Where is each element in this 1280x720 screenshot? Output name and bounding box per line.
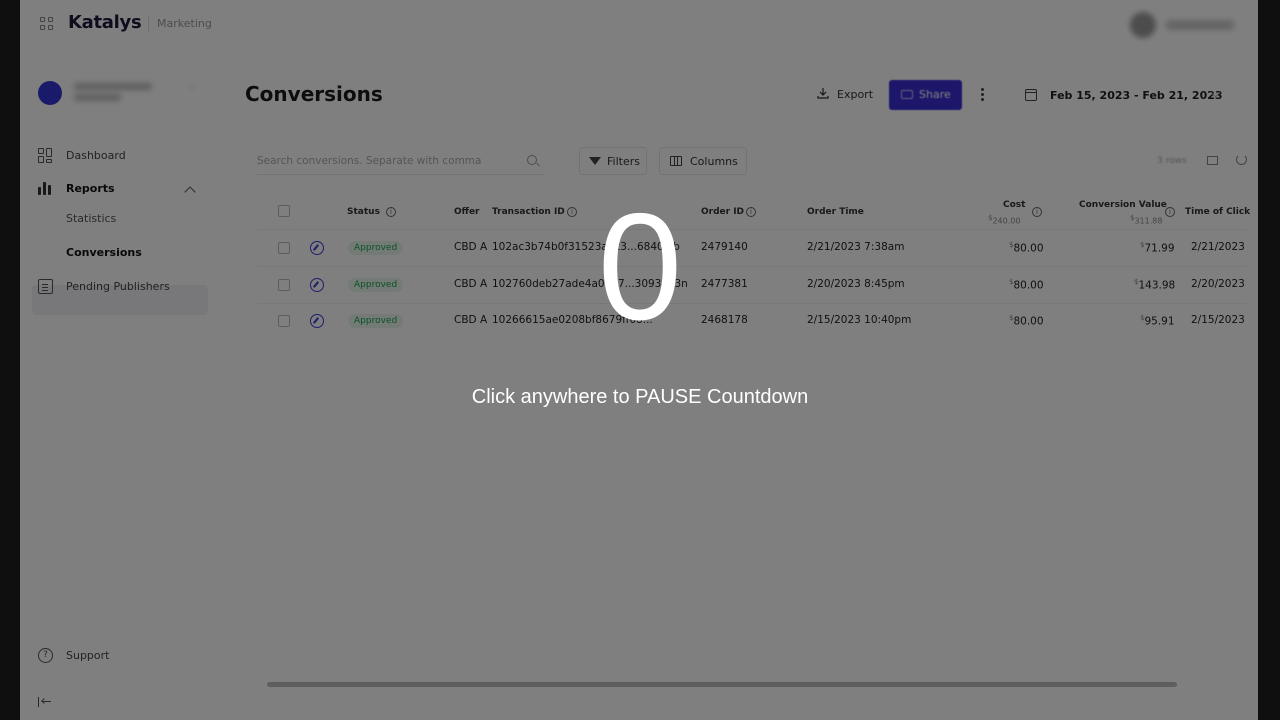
countdown-overlay[interactable]: 0 Click anywhere to PAUSE Countdown: [0, 0, 1280, 720]
countdown-number: 0: [597, 182, 683, 352]
pause-countdown-message: Click anywhere to PAUSE Countdown: [471, 386, 809, 408]
